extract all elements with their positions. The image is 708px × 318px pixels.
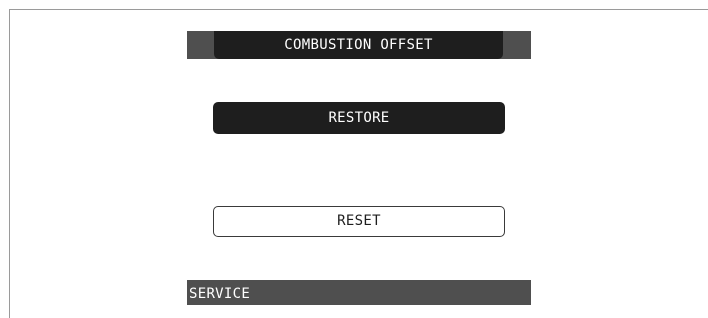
device-screen: COMBUSTION OFFSET RESTORE RESET SERVICE <box>187 31 531 305</box>
restore-button[interactable]: RESTORE <box>213 102 505 134</box>
title-bar: COMBUSTION OFFSET <box>187 31 531 59</box>
reset-button[interactable]: RESET <box>213 206 505 237</box>
screen-title: COMBUSTION OFFSET <box>214 31 503 59</box>
status-bar: SERVICE <box>187 280 531 305</box>
